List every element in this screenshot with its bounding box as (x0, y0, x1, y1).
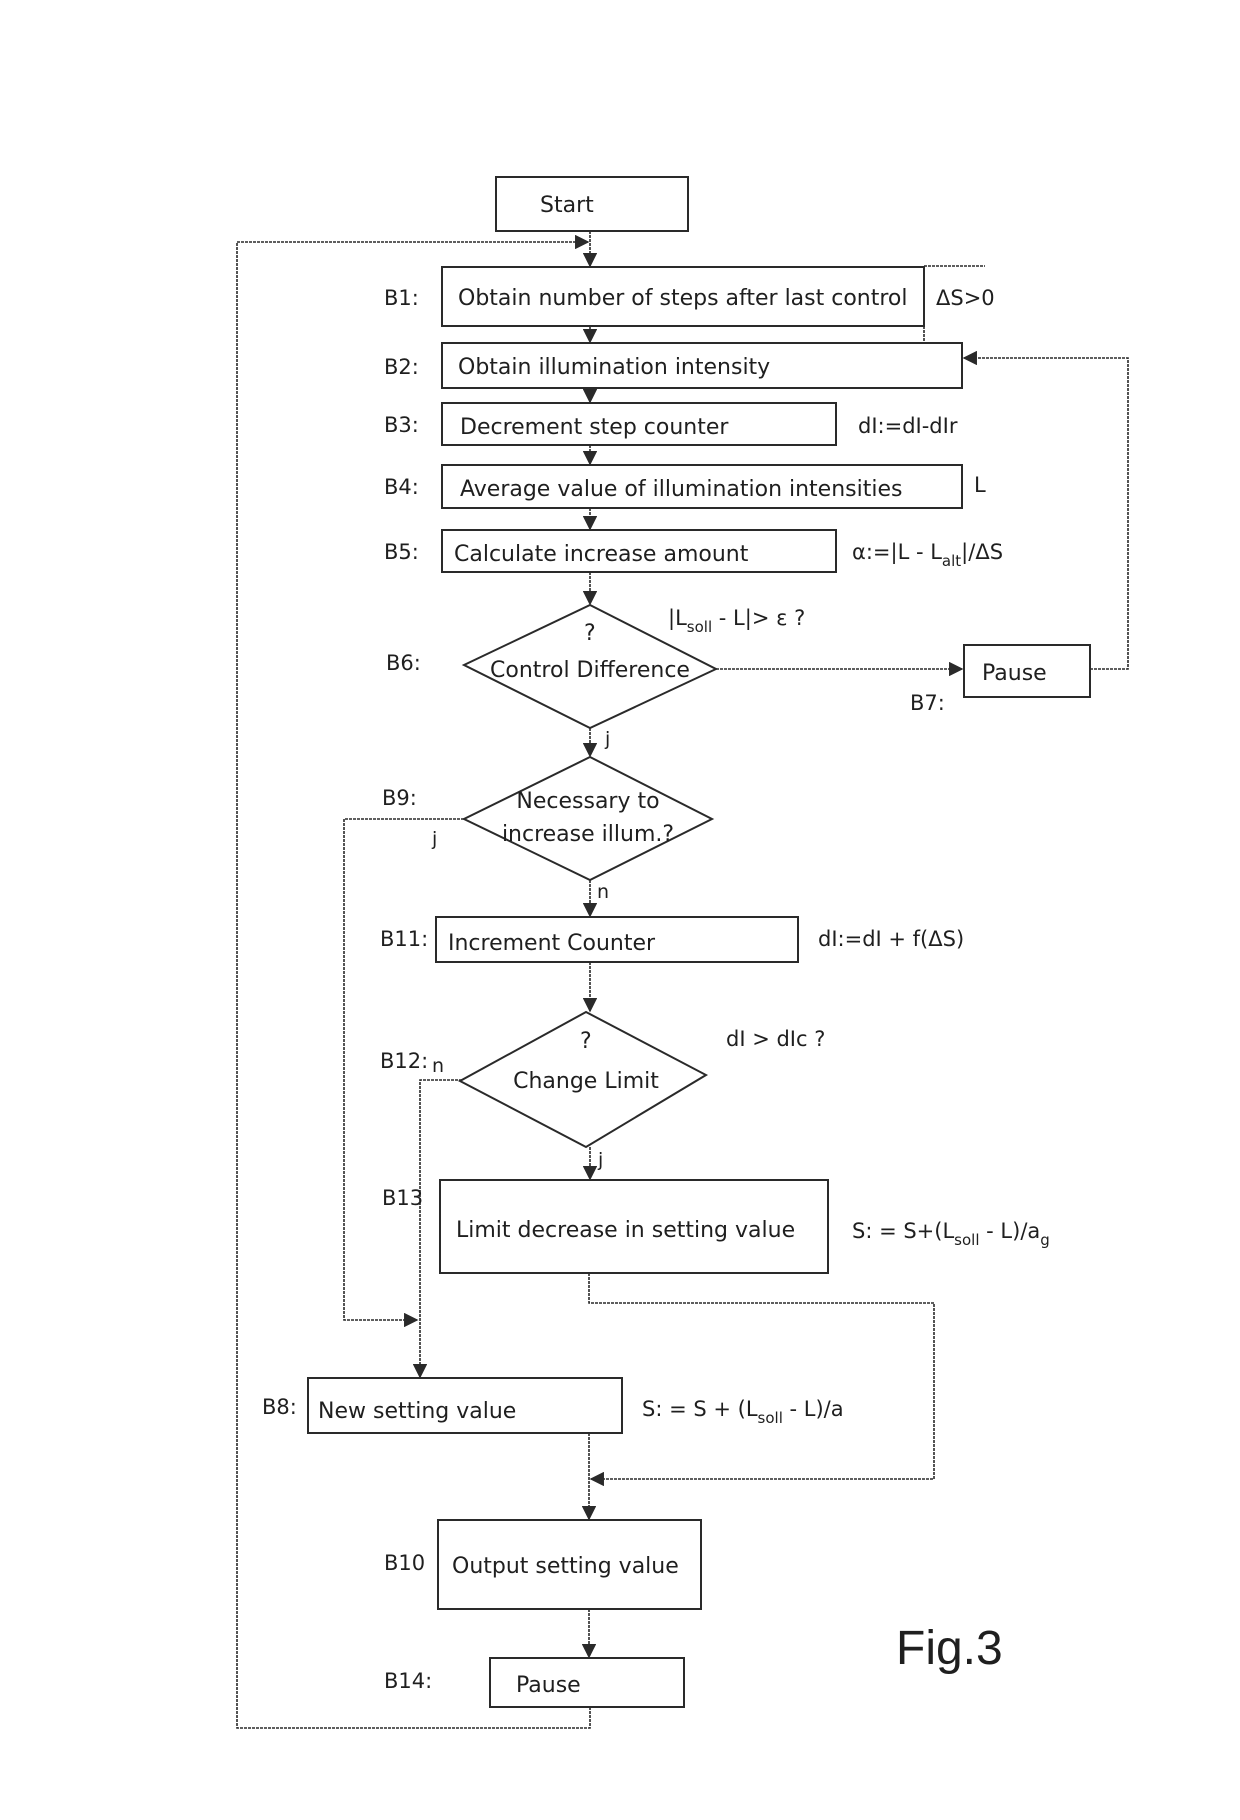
node-b6: B6: ? Control Difference |Lsoll - L|> ε … (386, 603, 805, 750)
b12-text: Change Limit (513, 1069, 659, 1094)
b3-formula: dI:=dI-dIr (858, 414, 958, 438)
b12-no-label: n (432, 1055, 444, 1077)
b8-text: New setting value (318, 1399, 516, 1424)
b12-formula: dI > dIc ? (726, 1027, 825, 1051)
b6-yes-label: j (604, 728, 610, 750)
b4-label: B4: (384, 475, 419, 499)
b10-label: B10 (384, 1551, 425, 1575)
node-b11: B11: Increment Counter dI:=dI + f(ΔS) (380, 916, 964, 963)
b6-formula: |Lsoll - L|> ε ? (668, 606, 805, 636)
node-b7: Pause B7: (910, 644, 1091, 715)
b2-label: B2: (384, 355, 419, 379)
b1-text: Obtain number of steps after last contro… (458, 286, 908, 311)
b6-text: Control Difference (490, 658, 690, 683)
b5-text: Calculate increase amount (454, 542, 749, 567)
b13-formula: S: = S+(Lsoll - L)/ag (852, 1219, 1050, 1249)
b5-label: B5: (384, 540, 419, 564)
b8-label: B8: (262, 1395, 297, 1419)
node-b5: B5: Calculate increase amount α:=|L - La… (384, 529, 1003, 573)
b7-text: Pause (982, 661, 1047, 686)
node-b8: B8: New setting value S: = S + (Lsoll - … (262, 1377, 844, 1434)
b11-text: Increment Counter (448, 931, 656, 956)
b14-label: B14: (384, 1669, 432, 1693)
b12-label: B12: (380, 1049, 428, 1073)
node-b1: B1: Obtain number of steps after last co… (384, 266, 995, 327)
b11-label: B11: (380, 927, 428, 951)
node-b2: B2: Obtain illumination intensity (384, 342, 963, 389)
node-start: Start (495, 176, 689, 232)
b12-question: ? (580, 1029, 592, 1054)
connectors (236, 231, 1129, 1729)
b4-formula: L (974, 473, 986, 497)
b9-yes-label: j (431, 828, 437, 850)
node-b9: B9: Necessary to increase illum.? j n (382, 755, 715, 903)
b6-question: ? (584, 621, 596, 646)
node-b14: B14: Pause (384, 1657, 685, 1708)
node-b3: B3: Decrement step counter dI:=dI-dIr (384, 402, 958, 446)
b13-text: Limit decrease in setting value (456, 1218, 795, 1243)
connector-b13-merge (588, 1273, 935, 1487)
b9-label: B9: (382, 786, 417, 810)
node-b13: B13 Limit decrease in setting value S: =… (382, 1179, 1050, 1274)
b4-text: Average value of illumination intensitie… (460, 477, 902, 502)
b5-formula: α:=|L - Lalt|/ΔS (852, 540, 1003, 570)
b7-label: B7: (910, 691, 945, 715)
b13-label: B13 (382, 1186, 423, 1210)
connector-b7-b2 (962, 350, 1129, 670)
b6-label: B6: (386, 651, 421, 675)
flowchart-canvas: Start B1: Obtain number of steps after l… (236, 176, 1129, 1729)
b9-text-line2: increase illum.? (502, 822, 674, 847)
b3-text: Decrement step counter (460, 415, 729, 440)
b11-formula: dI:=dI + f(ΔS) (818, 927, 964, 951)
b12-yes-label: j (597, 1149, 603, 1171)
node-b10: B10 Output setting value (384, 1519, 702, 1610)
figure-label: Fig.3 (896, 1622, 1003, 1675)
b8-formula: S: = S + (Lsoll - L)/a (642, 1397, 844, 1427)
node-b12: B12: ? Change Limit dI > dIc ? n j (380, 1010, 825, 1171)
b10-text: Output setting value (452, 1554, 679, 1579)
start-text: Start (540, 193, 594, 218)
b14-text: Pause (516, 1673, 581, 1698)
node-b4: B4: Average value of illumination intens… (384, 464, 986, 509)
b2-text: Obtain illumination intensity (458, 355, 770, 380)
b3-label: B3: (384, 413, 419, 437)
b1-label: B1: (384, 286, 419, 310)
b1-formula: ΔS>0 (936, 286, 995, 310)
b9-no-label: n (597, 881, 609, 903)
b9-text-line1: Necessary to (516, 789, 659, 814)
